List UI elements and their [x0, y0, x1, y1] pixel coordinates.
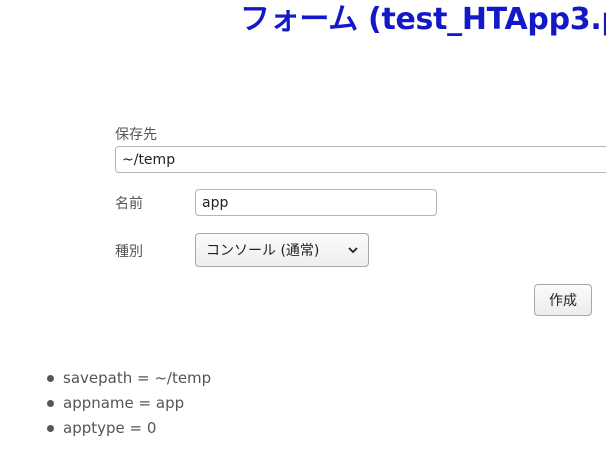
- savepath-input[interactable]: [115, 146, 606, 173]
- create-button[interactable]: 作成: [534, 284, 592, 316]
- page-title: フォーム (test_HTApp3.p: [240, 2, 606, 37]
- appname-input[interactable]: [195, 189, 437, 216]
- apptype-select[interactable]: コンソール (通常): [195, 233, 369, 267]
- bullet-icon: [47, 375, 54, 382]
- apptype-selected-value: コンソール (通常): [206, 243, 320, 259]
- result-item-apptype: apptype = 0: [47, 416, 211, 441]
- bullet-icon: [47, 425, 54, 432]
- result-text: appname = app: [63, 394, 185, 412]
- appname-label: 名前: [115, 196, 143, 212]
- chevron-down-icon: [342, 243, 364, 257]
- savepath-label: 保存先: [115, 127, 157, 143]
- result-item-appname: appname = app: [47, 391, 211, 416]
- result-list: savepath = ~/temp appname = app apptype …: [47, 366, 212, 441]
- bullet-icon: [47, 400, 54, 407]
- apptype-label: 種別: [115, 244, 143, 260]
- result-item-savepath: savepath = ~/temp: [47, 366, 212, 391]
- form-page: フォーム (test_HTApp3.p 保存先 名前 種別 コンソール (通常)…: [0, 0, 606, 455]
- result-text: savepath = ~/temp: [63, 369, 212, 387]
- result-text: apptype = 0: [63, 419, 157, 437]
